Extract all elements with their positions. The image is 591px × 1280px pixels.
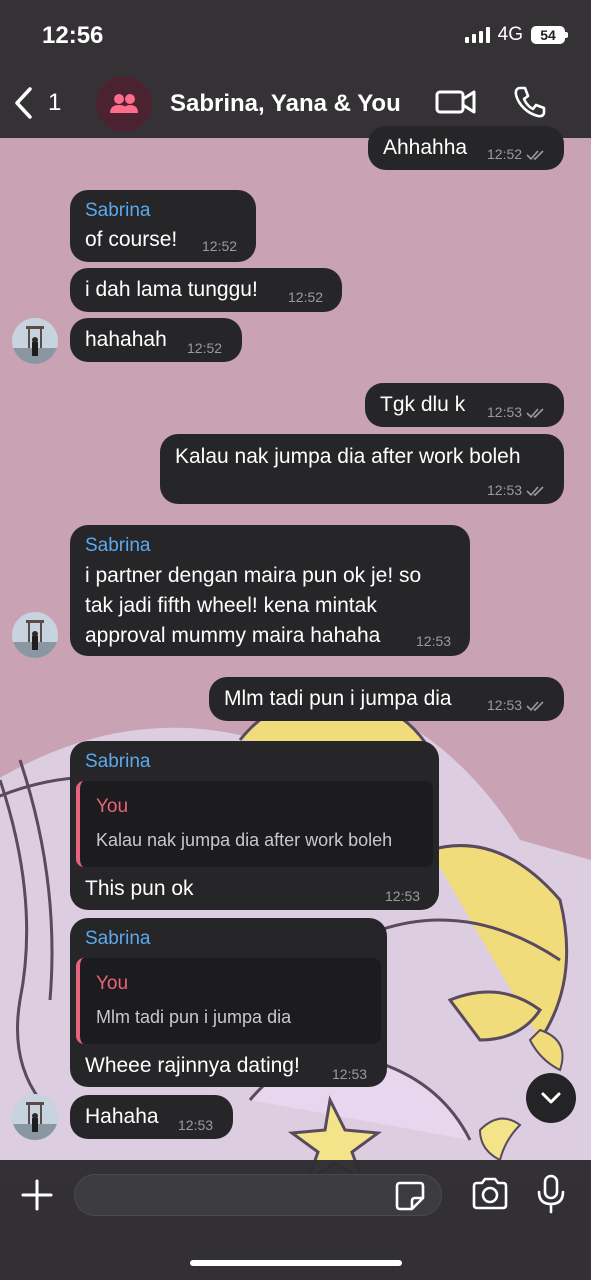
signal-icon (464, 27, 490, 43)
video-call-icon[interactable] (434, 84, 478, 120)
message-text-line: approval mummy maira hahaha (85, 624, 381, 647)
message-time: 12:53 (487, 482, 546, 498)
chat-title[interactable]: Sabrina, Yana & You (170, 90, 401, 118)
message-text: Tgk dlu k (380, 393, 466, 416)
status-time: 12:56 (42, 22, 104, 49)
incoming-message[interactable]: Hahaha 12:53 (70, 1095, 233, 1139)
message-text: of course! (85, 228, 178, 251)
avatar-photo (12, 1094, 58, 1140)
message-text: hahahah (85, 328, 167, 351)
read-ticks-icon (526, 701, 544, 712)
incoming-reply-message[interactable]: Sabrina You Mlm tadi pun i jumpa dia Whe… (70, 918, 387, 1087)
message-time-label: 12:52 (487, 146, 523, 162)
message-time-label: 12:53 (487, 482, 523, 498)
message-text: Hahaha (85, 1105, 159, 1128)
message-time: 12:53 (178, 1117, 214, 1133)
back-chevron-icon (15, 87, 32, 119)
microphone-icon[interactable] (536, 1174, 566, 1214)
message-time: 12:52 (288, 289, 324, 305)
read-ticks-icon (526, 408, 544, 419)
message-text: Kalau nak jumpa dia after work boleh (175, 445, 521, 468)
battery-level: 54 (540, 27, 556, 43)
outgoing-message[interactable]: Ahhahha 12:52 (368, 126, 564, 170)
incoming-message[interactable]: i dah lama tunggu! 12:52 (70, 268, 342, 312)
read-ticks-icon (526, 150, 544, 161)
battery-icon: 54 (531, 26, 568, 44)
incoming-reply-message[interactable]: Sabrina You Kalau nak jumpa dia after wo… (70, 741, 439, 910)
message-text-line: i partner dengan maira pun ok je! so (85, 564, 422, 587)
back-unread-count: 1 (48, 89, 62, 116)
chevron-down-icon (541, 1092, 561, 1104)
message-time-label: 12:53 (487, 697, 523, 713)
network-type: 4G (497, 24, 523, 45)
quoted-text: Kalau nak jumpa dia after work boleh (96, 830, 393, 850)
home-indicator (190, 1260, 402, 1266)
incoming-message[interactable]: Sabrina of course! 12:52 (70, 190, 256, 262)
message-text: Ahhahha (383, 136, 468, 159)
message-time: 12:52 (187, 340, 223, 356)
plus-icon[interactable] (20, 1178, 54, 1212)
message-time: 12:52 (202, 238, 238, 254)
message-text: i dah lama tunggu! (85, 278, 258, 301)
sender-name[interactable]: Sabrina (85, 200, 151, 222)
outgoing-message[interactable]: Kalau nak jumpa dia after work boleh 12:… (160, 434, 564, 504)
incoming-message[interactable]: Sabrina i partner dengan maira pun ok je… (70, 525, 470, 656)
quoted-message[interactable]: You Mlm tadi pun i jumpa dia (76, 958, 381, 1044)
group-icon (110, 94, 138, 113)
quoted-text: Mlm tadi pun i jumpa dia (96, 1007, 292, 1027)
avatar-photo (12, 318, 58, 364)
sender-avatar[interactable] (12, 1094, 58, 1140)
message-time: 12:53 (487, 404, 546, 420)
message-input[interactable] (74, 1174, 442, 1216)
camera-icon[interactable] (470, 1176, 510, 1212)
phone-icon[interactable] (512, 84, 548, 120)
message-time: 12:53 (416, 633, 452, 649)
back-button[interactable]: 1 (12, 86, 61, 120)
sender-name[interactable]: Sabrina (85, 928, 151, 950)
message-text: Wheee rajinnya dating! (85, 1054, 300, 1077)
message-time: 12:53 (487, 697, 546, 713)
quoted-message[interactable]: You Kalau nak jumpa dia after work boleh (76, 781, 433, 867)
incoming-message[interactable]: hahahah 12:52 (70, 318, 242, 362)
chat-header: 12:56 4G 54 1 Sabrina, Yana & You (0, 0, 591, 138)
message-time: 12:53 (332, 1066, 368, 1082)
message-text: This pun ok (85, 877, 194, 900)
message-time: 12:53 (385, 888, 421, 904)
quoted-sender: You (96, 796, 129, 817)
group-avatar[interactable] (96, 76, 152, 132)
sender-name[interactable]: Sabrina (85, 751, 151, 773)
sender-avatar[interactable] (12, 612, 58, 658)
outgoing-message[interactable]: Tgk dlu k 12:53 (365, 383, 564, 427)
composer-bar (0, 1160, 591, 1280)
outgoing-message[interactable]: Mlm tadi pun i jumpa dia 12:53 (209, 677, 564, 721)
status-indicators: 4G 54 (464, 24, 568, 46)
sender-avatar[interactable] (12, 318, 58, 364)
read-ticks-icon (526, 486, 544, 497)
message-text-line: tak jadi fifth wheel! kena mintak (85, 594, 377, 617)
scroll-to-bottom-button[interactable] (526, 1073, 576, 1123)
sticker-icon[interactable] (394, 1180, 426, 1212)
message-time-label: 12:53 (487, 404, 523, 420)
message-time: 12:52 (487, 146, 546, 162)
quoted-sender: You (96, 973, 129, 994)
message-text: Mlm tadi pun i jumpa dia (224, 687, 452, 710)
sender-name[interactable]: Sabrina (85, 535, 151, 557)
avatar-photo (12, 612, 58, 658)
